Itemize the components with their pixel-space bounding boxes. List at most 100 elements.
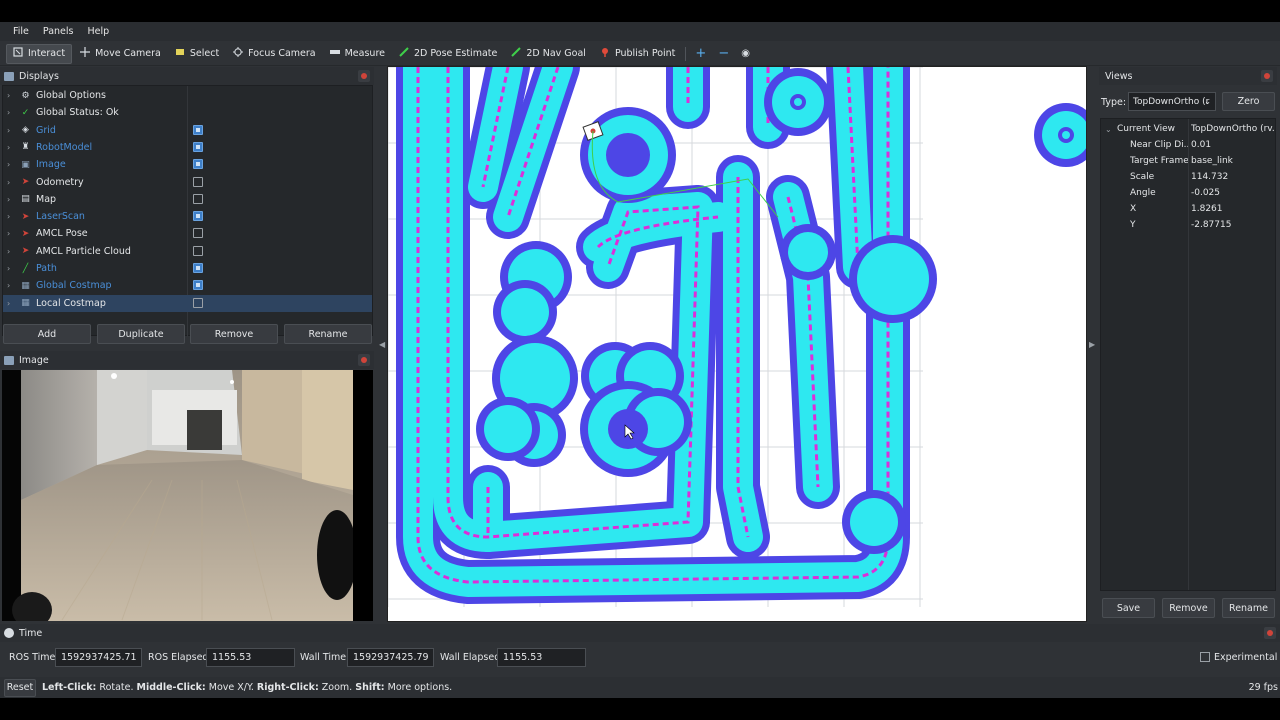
display-item-image[interactable]: › ▣ Image <box>3 156 372 173</box>
tool-2d-pose-estimate-label: 2D Pose Estimate <box>413 48 498 59</box>
menu-panels[interactable]: Panels <box>36 26 81 37</box>
display-item-global-options[interactable]: › ⚙ Global Options <box>3 87 372 104</box>
right-dock-handle[interactable]: ▶ <box>1089 340 1095 349</box>
view-type-select[interactable]: TopDownOrtho (r ⌄ <box>1128 92 1216 111</box>
duplicate-display-button[interactable]: Duplicate <box>97 324 185 344</box>
tool-properties-button[interactable]: ◉ <box>736 44 755 64</box>
current-view-row[interactable]: ⌄ Current View TopDownOrtho (rv... <box>1101 121 1277 137</box>
display-item-amcl-pose[interactable]: › ➤ AMCL Pose <box>3 225 372 242</box>
expand-arrow-icon[interactable]: › <box>7 264 17 273</box>
expand-arrow-icon[interactable]: › <box>7 160 17 169</box>
expand-arrow-icon[interactable]: › <box>7 126 17 135</box>
display-enable-checkbox[interactable] <box>193 193 203 204</box>
expand-arrow-icon[interactable]: › <box>7 281 17 290</box>
select-icon <box>175 47 185 60</box>
wall-time-field[interactable]: 1592937425.79 <box>347 648 434 667</box>
remove-view-button[interactable]: Remove <box>1162 598 1215 618</box>
left-dock-handle[interactable]: ◀ <box>379 340 385 349</box>
display-enable-checkbox[interactable] <box>193 245 203 256</box>
image-panel-close-button[interactable] <box>358 354 370 366</box>
tool-move-camera[interactable]: Move Camera <box>74 44 167 64</box>
remove-display-button[interactable]: Remove <box>190 324 278 344</box>
experimental-checkbox[interactable] <box>1200 652 1210 662</box>
view-property-row[interactable]: Angle -0.025 <box>1101 185 1277 201</box>
expand-arrow-icon[interactable]: › <box>7 91 17 100</box>
tool-publish-point[interactable]: Publish Point <box>594 44 681 64</box>
display-item-grid[interactable]: › ◈ Grid <box>3 122 372 139</box>
tool-publish-point-label: Publish Point <box>614 48 676 59</box>
display-enable-checkbox[interactable] <box>193 228 203 239</box>
expand-arrow-icon[interactable]: › <box>7 212 17 221</box>
wall-time-value: 1592937425.79 <box>353 652 429 663</box>
view-property-row[interactable]: Y -2.87715 <box>1101 217 1277 233</box>
display-enable-checkbox[interactable] <box>193 280 203 291</box>
view-property-row[interactable]: X 1.8261 <box>1101 201 1277 217</box>
expand-arrow-icon[interactable]: › <box>7 247 17 256</box>
view-property-value[interactable]: base_link <box>1191 156 1275 166</box>
view-property-value[interactable]: 0.01 <box>1191 140 1275 150</box>
display-item-amcl-particle-cloud[interactable]: › ➤ AMCL Particle Cloud <box>3 243 372 260</box>
expand-arrow-icon[interactable]: › <box>7 229 17 238</box>
display-enable-checkbox[interactable] <box>193 297 203 308</box>
ros-elapsed-field[interactable]: 1155.53 <box>206 648 295 667</box>
view-property-row[interactable]: Scale 114.732 <box>1101 169 1277 185</box>
display-item-global-status-ok[interactable]: › ✓ Global Status: Ok <box>3 104 372 121</box>
expand-arrow-icon[interactable]: › <box>7 299 17 308</box>
view-property-value[interactable]: 1.8261 <box>1191 204 1275 214</box>
tool-2d-pose-estimate[interactable]: 2D Pose Estimate <box>393 44 503 64</box>
add-tool-button[interactable]: + <box>690 44 711 64</box>
menu-help[interactable]: Help <box>80 26 116 37</box>
view-property-value[interactable]: -0.025 <box>1191 188 1275 198</box>
display-item-local-costmap[interactable]: › ▦ Local Costmap <box>3 294 372 312</box>
rename-display-button[interactable]: Rename <box>284 324 372 344</box>
expand-arrow-icon[interactable]: › <box>7 108 17 117</box>
display-label: LaserScan <box>36 211 85 223</box>
displays-close-button[interactable] <box>358 70 370 82</box>
views-close-button[interactable] <box>1261 70 1273 82</box>
time-close-button[interactable] <box>1264 627 1276 639</box>
zero-button[interactable]: Zero <box>1222 92 1275 111</box>
ros-elapsed-value: 1155.53 <box>212 652 252 663</box>
save-view-button[interactable]: Save <box>1102 598 1155 618</box>
view-property-row[interactable]: Target Frame base_link <box>1101 153 1277 169</box>
view-property-row[interactable]: Near Clip Di... 0.01 <box>1101 137 1277 153</box>
add-display-button[interactable]: Add <box>3 324 91 344</box>
tool-focus-camera[interactable]: Focus Camera <box>227 44 321 64</box>
tool-select[interactable]: Select <box>169 44 225 64</box>
view-property-value[interactable]: 114.732 <box>1191 172 1275 182</box>
tool-2d-nav-goal[interactable]: 2D Nav Goal <box>505 44 592 64</box>
ros-time-field[interactable]: 1592937425.71 <box>55 648 142 667</box>
display-enable-checkbox[interactable] <box>193 141 203 152</box>
views-tree[interactable]: ⌄ Current View TopDownOrtho (rv... Near … <box>1100 118 1276 591</box>
expand-arrow-icon[interactable]: › <box>7 178 17 187</box>
display-item-map[interactable]: › ▤ Map <box>3 191 372 208</box>
display-enable-checkbox[interactable] <box>193 176 203 187</box>
display-enable-checkbox[interactable] <box>193 124 203 135</box>
display-item-robotmodel[interactable]: › ♜ RobotModel <box>3 139 372 156</box>
expand-arrow-icon[interactable]: › <box>7 195 17 204</box>
reset-button[interactable]: Reset <box>4 678 36 697</box>
remove-tool-button[interactable]: − <box>713 44 734 64</box>
left-click-hint: Left-Click: <box>42 682 97 693</box>
display-item-global-costmap[interactable]: › ▦ Global Costmap <box>3 277 372 294</box>
render-viewport[interactable] <box>387 66 1087 622</box>
display-item-path[interactable]: › ╱ Path <box>3 260 372 277</box>
displays-tree[interactable]: › ⚙ Global Options › ✓ Global Status: Ok › ◈ Gri… <box>2 85 373 337</box>
view-property-key: Y <box>1130 220 1136 230</box>
wall-elapsed-field[interactable]: 1155.53 <box>497 648 586 667</box>
menu-file[interactable]: File <box>6 26 36 37</box>
tool-measure[interactable]: Measure <box>324 44 391 64</box>
display-enable-checkbox[interactable] <box>193 159 203 170</box>
expand-arrow-icon[interactable]: › <box>7 143 17 152</box>
display-label: Global Options <box>36 90 106 101</box>
rename-view-button[interactable]: Rename <box>1222 598 1275 618</box>
view-property-value[interactable]: -2.87715 <box>1191 220 1275 230</box>
display-enable-checkbox[interactable] <box>193 211 203 222</box>
display-enable-checkbox[interactable] <box>193 263 203 273</box>
display-item-laserscan[interactable]: › ➤ LaserScan <box>3 208 372 225</box>
tool-interact[interactable]: Interact <box>6 43 73 64</box>
display-item-odometry[interactable]: › ➤ Odometry <box>3 174 372 191</box>
view-property-key: Angle <box>1130 188 1156 198</box>
displays-panel-title: Displays <box>0 67 374 85</box>
right-click-hint: Right-Click: <box>256 682 319 693</box>
